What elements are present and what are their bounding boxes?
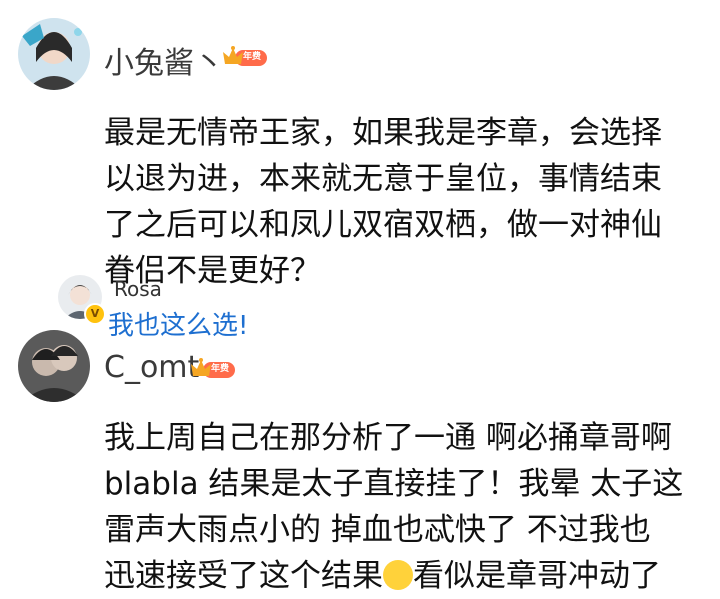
avatar-user-1[interactable] [18, 18, 90, 90]
smile-emoji [383, 560, 413, 590]
comment-line: 最是无情帝王家，如果我是李章，会选择 [104, 115, 662, 151]
reply-username[interactable]: Rosa [114, 277, 162, 301]
comment-text-2: 我上周自己在那分析了一通 啊必捅章哥啊 blabla 结果是太子直接挂了！我晕 … [104, 415, 704, 599]
verified-v-icon: V [84, 303, 106, 325]
comment-line: 以退为进，本来就无意于皇位，事情结束 [104, 161, 662, 197]
avatar-image [18, 330, 90, 402]
comment-line-part: 看似是章哥冲动了 [413, 558, 661, 594]
avatar-image [18, 18, 90, 90]
comment-line-with-emoji: 迅速接受了这个结果 看似是章哥冲动了 [104, 553, 704, 599]
annual-vip-badge: 年费 [221, 44, 267, 68]
comment-line: 了之后可以和凤儿双宿双栖，做一对神仙 [104, 207, 662, 243]
username-1[interactable]: 小兔酱丶 [104, 38, 224, 82]
badge-label: 年费 [211, 364, 230, 374]
annual-vip-badge: 年费 [189, 356, 235, 380]
comment-line-part: 迅速接受了这个结果 [104, 558, 383, 594]
comment-line: 雷声大雨点小的 掉血也忒快了 不过我也 [104, 512, 651, 548]
comment-line: 我上周自己在那分析了一通 啊必捅章哥啊 [104, 420, 672, 456]
username-2[interactable]: C_omt [104, 350, 199, 385]
comment-line: 眷侣不是更好？ [104, 253, 321, 289]
comment-text-1: 最是无情帝王家，如果我是李章，会选择 以退为进，本来就无意于皇位，事情结束 了之… [104, 110, 704, 294]
reply-text[interactable]: 我也这么选! [108, 305, 248, 342]
badge-label: 年费 [243, 52, 262, 62]
comment-line: blabla 结果是太子直接挂了！我晕 太子这 [104, 466, 684, 502]
avatar-user-2[interactable] [18, 330, 90, 402]
